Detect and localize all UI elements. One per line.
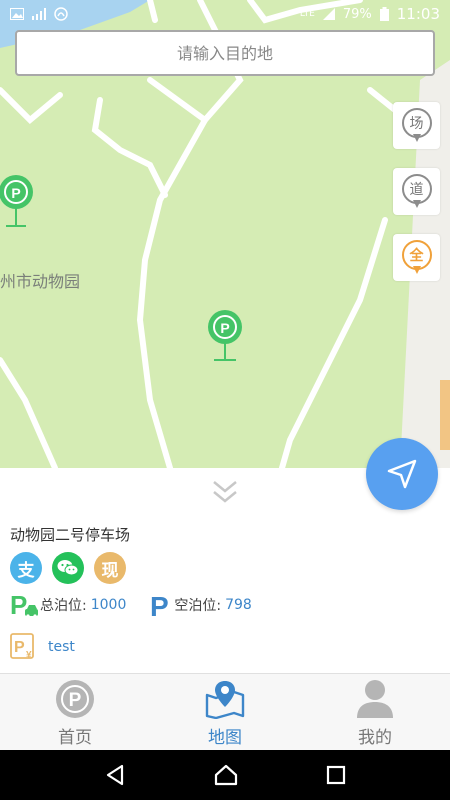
app-notification-icon — [54, 7, 68, 21]
fee-note-row: P ¥ test — [10, 633, 75, 661]
signal-icon — [32, 8, 46, 20]
free-spaces-label: 空泊位: — [174, 598, 222, 614]
home-icon[interactable] — [214, 764, 238, 786]
clock: 11:03 — [396, 5, 440, 23]
parking-car-icon: P — [10, 590, 38, 620]
svg-text:P: P — [10, 590, 27, 620]
destination-search-input[interactable] — [17, 43, 433, 63]
filter-road-parking-button[interactable]: 道 — [393, 168, 440, 215]
tab-map[interactable]: 地图 — [150, 674, 300, 750]
parking-lot-icon: 场 — [401, 107, 432, 144]
alipay-icon: 支 — [10, 552, 42, 584]
map-pin-icon — [205, 681, 245, 719]
battery-icon — [379, 7, 389, 21]
free-spaces-value: 798 — [225, 597, 252, 613]
bottom-tab-bar: P 首页 地图 我的 — [0, 673, 450, 750]
battery-level: 79% — [342, 6, 372, 22]
parking-fee-icon: P ¥ — [10, 633, 34, 661]
tab-profile[interactable]: 我的 — [300, 674, 450, 750]
cell-signal-icon — [322, 8, 335, 20]
wechat-icon — [57, 560, 79, 576]
filter-all-button[interactable]: 全 — [393, 234, 440, 281]
filter-parking-lot-button[interactable]: 场 — [393, 102, 440, 149]
fee-note-text: test — [48, 639, 75, 655]
all-parking-icon: 全 — [401, 239, 432, 276]
svg-text:P: P — [69, 690, 82, 711]
tab-map-label: 地图 — [208, 728, 242, 748]
parking-icon: P — [150, 591, 169, 620]
payment-methods: 支 现 — [10, 552, 126, 584]
parking-stats: P 总泊位: 1000 P 空泊位: 798 — [10, 590, 252, 620]
total-spaces-label: 总泊位: — [40, 598, 87, 614]
network-type: LTE — [299, 9, 315, 19]
tab-home-label: 首页 — [58, 728, 92, 748]
user-icon — [357, 680, 393, 718]
chevron-down-icon[interactable] — [210, 478, 240, 506]
system-navigation-bar — [0, 750, 450, 800]
total-spaces: P 总泊位: 1000 — [10, 590, 126, 620]
tab-home[interactable]: P 首页 — [0, 674, 150, 750]
parking-home-icon: P — [56, 680, 94, 718]
locate-me-button[interactable] — [366, 438, 438, 510]
road-parking-icon: 道 — [401, 173, 432, 210]
back-icon[interactable] — [104, 764, 126, 786]
total-spaces-value: 1000 — [90, 597, 127, 613]
cash-pay-icon: 现 — [94, 552, 126, 584]
svg-text:P: P — [220, 320, 229, 336]
wechat-pay-icon — [52, 552, 84, 584]
svg-text:P: P — [150, 591, 169, 620]
svg-text:¥: ¥ — [26, 650, 32, 661]
destination-search-box[interactable] — [15, 30, 435, 76]
tab-profile-label: 我的 — [358, 728, 392, 748]
parking-lot-name: 动物园二号停车场 — [10, 526, 131, 544]
svg-text:P: P — [11, 185, 20, 201]
status-bar: LTE 79% 11:03 — [0, 0, 450, 28]
navigation-arrow-icon — [387, 459, 417, 489]
map-place-label: 州市动物园 — [0, 272, 81, 291]
image-icon — [10, 8, 24, 20]
recent-apps-icon[interactable] — [326, 765, 346, 785]
free-spaces: P 空泊位: 798 — [148, 590, 251, 620]
svg-text:P: P — [14, 639, 25, 656]
